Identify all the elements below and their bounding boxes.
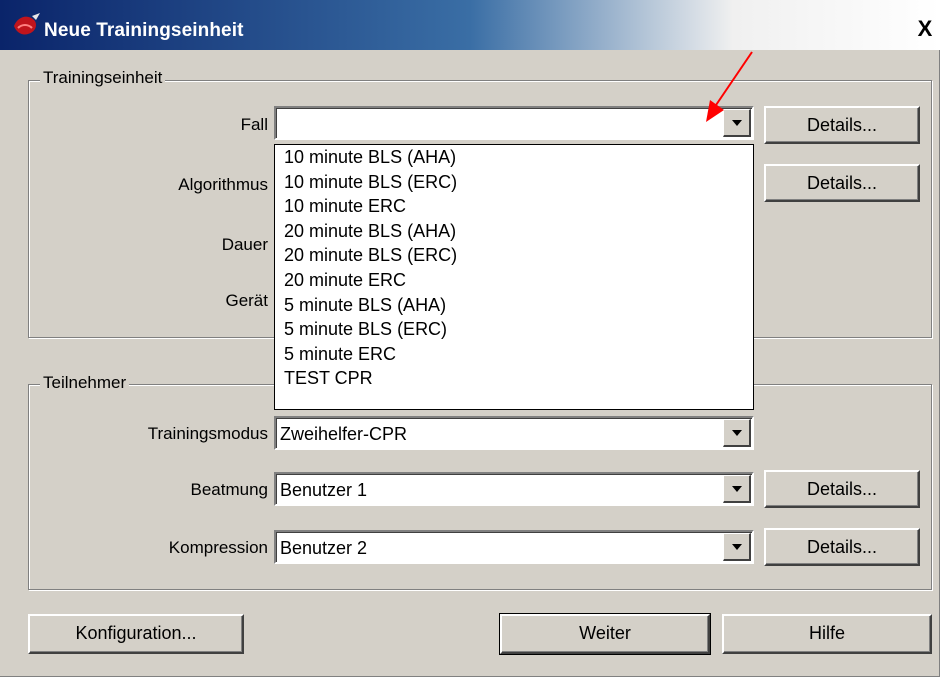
- trainingsmodus-combobox[interactable]: Zweihelfer-CPR: [274, 416, 754, 450]
- algorithmus-label: Algorithmus: [178, 175, 268, 194]
- list-item[interactable]: 20 minute BLS (ERC): [275, 243, 753, 268]
- fall-details-button[interactable]: Details...: [764, 106, 920, 144]
- beatmung-value: Benutzer 1: [280, 480, 368, 500]
- trainingsmodus-value: Zweihelfer-CPR: [280, 424, 408, 444]
- list-item[interactable]: 5 minute ERC: [275, 342, 753, 367]
- list-item[interactable]: 10 minute BLS (ERC): [275, 170, 753, 195]
- hilfe-button[interactable]: Hilfe: [722, 614, 932, 654]
- kompression-combobox[interactable]: Benutzer 2: [274, 530, 754, 564]
- window-title: Neue Trainingseinheit: [44, 20, 244, 41]
- kompression-value: Benutzer 2: [280, 538, 368, 558]
- list-item[interactable]: 20 minute ERC: [275, 268, 753, 293]
- beatmung-details-button[interactable]: Details...: [764, 470, 920, 508]
- kompression-details-button[interactable]: Details...: [764, 528, 920, 566]
- fall-label: Fall: [240, 115, 268, 134]
- beatmung-label: Beatmung: [190, 480, 269, 499]
- list-item[interactable]: 5 minute BLS (AHA): [275, 293, 753, 318]
- close-icon[interactable]: X: [914, 18, 936, 40]
- app-icon: [14, 13, 40, 35]
- list-item[interactable]: 20 minute BLS (AHA): [275, 219, 753, 244]
- fall-combobox[interactable]: [274, 106, 754, 140]
- dropdown-arrow-icon[interactable]: [723, 533, 751, 561]
- training-group-label: Trainingseinheit: [40, 68, 166, 88]
- trainingsmodus-label: Trainingsmodus: [147, 424, 268, 443]
- konfiguration-button[interactable]: Konfiguration...: [28, 614, 244, 654]
- annotation-arrow-icon: [706, 51, 753, 122]
- dropdown-arrow-icon[interactable]: [723, 419, 751, 447]
- algorithmus-details-button[interactable]: Details...: [764, 164, 920, 202]
- list-item[interactable]: 10 minute BLS (AHA): [275, 145, 753, 170]
- list-item[interactable]: TEST CPR: [275, 366, 753, 391]
- weiter-button[interactable]: Weiter: [499, 613, 711, 655]
- dropdown-arrow-icon[interactable]: [723, 475, 751, 503]
- kompression-label: Kompression: [168, 538, 268, 557]
- title-bar[interactable]: Neue Trainingseinheit X: [0, 0, 940, 50]
- geraet-label: Gerät: [225, 291, 268, 310]
- dialog-window: Neue Trainingseinheit X Trainingseinheit…: [0, 0, 940, 677]
- dauer-label: Dauer: [221, 235, 268, 254]
- beatmung-combobox[interactable]: Benutzer 1: [274, 472, 754, 506]
- list-item[interactable]: 10 minute ERC: [275, 194, 753, 219]
- list-item[interactable]: 5 minute BLS (ERC): [275, 317, 753, 342]
- participants-group-label: Teilnehmer: [40, 373, 130, 393]
- fall-dropdown-list[interactable]: 10 minute BLS (AHA) 10 minute BLS (ERC) …: [274, 144, 754, 410]
